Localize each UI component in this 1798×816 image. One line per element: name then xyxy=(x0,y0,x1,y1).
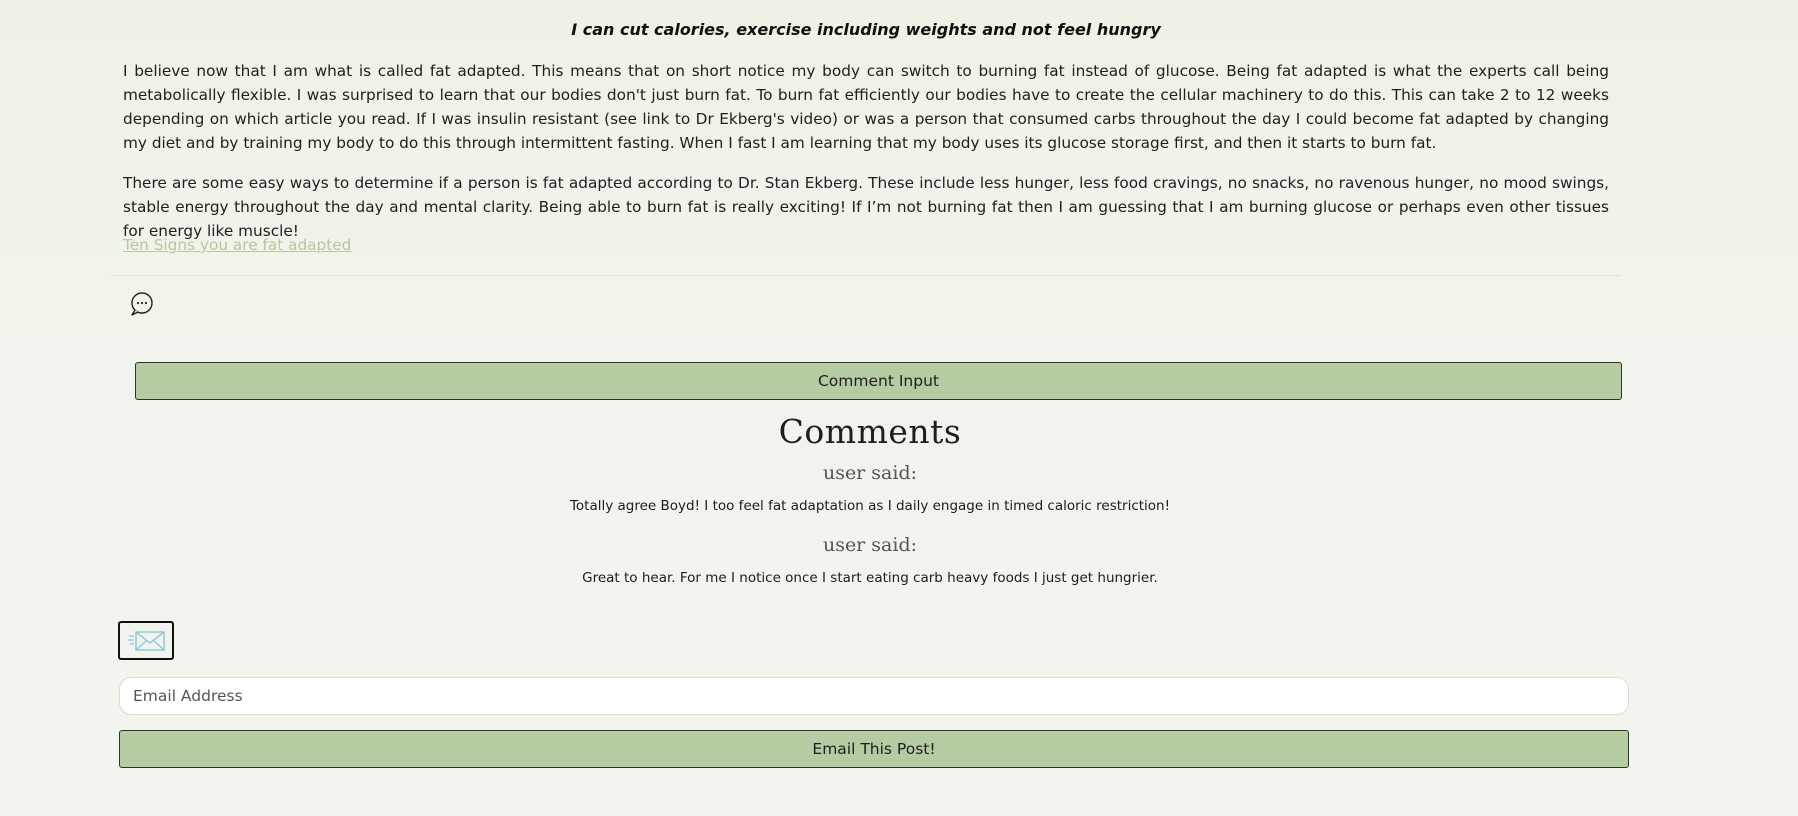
email-this-post-button[interactable]: Email This Post! xyxy=(119,730,1629,768)
comments-heading: Comments xyxy=(778,412,962,451)
email-share-button[interactable] xyxy=(118,621,174,660)
comment-text: Great to hear. For me I notice once I st… xyxy=(582,570,1158,586)
speech-bubble-icon[interactable] xyxy=(128,290,156,318)
article-paragraph-1: I believe now that I am what is called f… xyxy=(123,62,1609,152)
fat-adapted-signs-link[interactable]: Ten Signs you are fat adapted xyxy=(123,236,351,254)
article-paragraph-2: There are some easy ways to determine if… xyxy=(123,174,1609,240)
comment-text: Totally agree Boyd! I too feel fat adapt… xyxy=(569,498,1171,514)
comment-author: user said: xyxy=(822,462,918,484)
comment-input-button[interactable]: Comment Input xyxy=(135,362,1622,400)
section-divider xyxy=(110,275,1621,276)
article-subheading: I can cut calories, exercise including w… xyxy=(571,20,1161,39)
email-address-field[interactable] xyxy=(119,677,1629,715)
comment-author: user said: xyxy=(822,534,918,556)
envelope-icon xyxy=(128,631,165,651)
